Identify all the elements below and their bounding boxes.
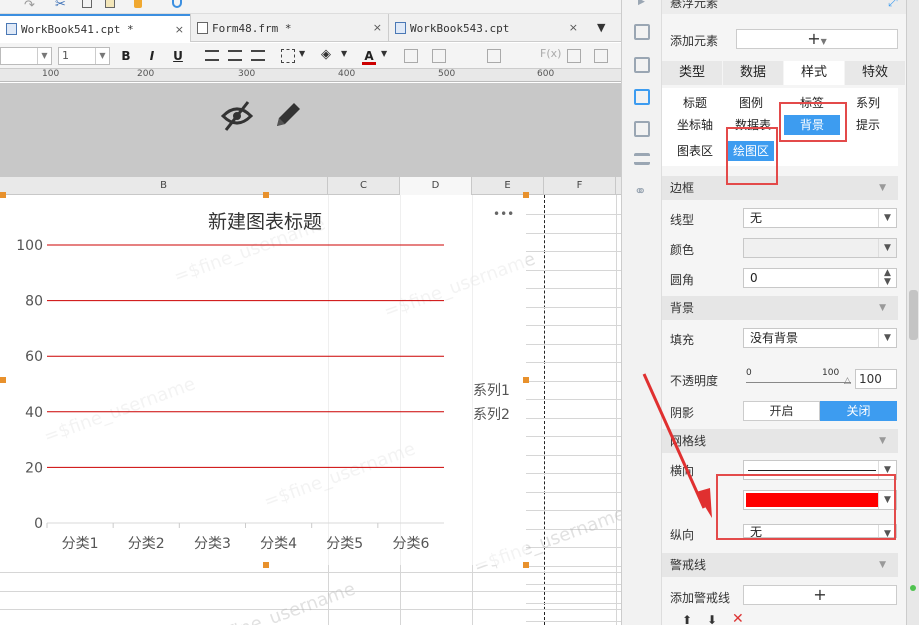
opacity-min: 0 <box>746 368 752 378</box>
subtab-series[interactable]: 系列 <box>842 93 894 113</box>
cell-attribute-icon[interactable] <box>634 57 650 73</box>
x-tick-label: 分类4 <box>260 536 297 552</box>
fill-select[interactable]: 没有背景 ▼ <box>743 328 897 348</box>
float-element-icon[interactable] <box>634 89 650 105</box>
border-color-select[interactable]: ▼ <box>743 238 897 258</box>
opacity-slider[interactable] <box>746 382 851 383</box>
component-strip: ▶ ⚭ <box>621 0 662 625</box>
y-tick-label: 40 <box>25 405 43 421</box>
add-element-button[interactable]: +▼ <box>736 29 898 49</box>
fill-label: 填充 <box>670 333 695 347</box>
widget-icon[interactable] <box>634 121 650 137</box>
annotation-arrow <box>642 373 712 518</box>
chart-widget[interactable]: 新建图表标题 100 80 60 40 20 0 分类1 分类2 分类3 分类4 分类5 分类6 系列1 系… <box>3 195 526 565</box>
y-tick-label: 100 <box>16 238 43 254</box>
panel-title: 悬浮元素 <box>670 0 719 10</box>
y-tick-label: 60 <box>25 349 43 365</box>
x-tick-label: 分类5 <box>326 536 363 552</box>
legend-item: 系列1 <box>473 383 510 399</box>
tab-effect[interactable]: 特效 <box>845 61 905 85</box>
subtab-legend[interactable]: 图例 <box>728 93 774 113</box>
highlight-plot-area-tab <box>726 127 778 185</box>
layout-icon[interactable] <box>634 24 650 40</box>
panel-scrollbar[interactable] <box>906 0 919 625</box>
opacity-max: 100 <box>822 368 840 378</box>
play-icon[interactable]: ▶ <box>638 0 645 7</box>
opacity-slider-thumb[interactable]: △ <box>844 376 851 386</box>
shadow-on-button[interactable]: 开启 <box>743 401 820 421</box>
line-type-label: 线型 <box>670 213 695 227</box>
condition-icon[interactable] <box>634 153 650 165</box>
line-type-select[interactable]: 无 ▼ <box>743 208 897 228</box>
line-chart: 新建图表标题 100 80 60 40 20 0 分类1 分类2 分类3 分类4 分类5 分类6 系列1 系… <box>16 211 510 552</box>
link-icon[interactable]: ⚭ <box>634 182 647 200</box>
scrollbar-thumb[interactable] <box>909 290 918 340</box>
x-tick-label: 分类1 <box>62 536 99 552</box>
tab-type[interactable]: 类型 <box>662 61 722 85</box>
subtab-title[interactable]: 标题 <box>672 93 718 113</box>
section-border[interactable]: 边框 ▼ <box>662 176 898 200</box>
y-tick-label: 20 <box>25 460 43 476</box>
chart-more-icon[interactable]: ••• <box>493 207 514 221</box>
expand-icon[interactable]: ⤢ <box>888 0 898 10</box>
status-dot <box>910 585 916 591</box>
add-warning-button[interactable]: + <box>743 585 897 605</box>
chart-title: 新建图表标题 <box>208 211 322 233</box>
radius-stepper[interactable]: 0 ▲ ▼ <box>743 268 897 288</box>
section-background[interactable]: 背景 ▼ <box>662 296 898 320</box>
subtab-chart-area[interactable]: 图表区 <box>670 141 720 161</box>
subtab-tooltip[interactable]: 提示 <box>842 115 894 135</box>
tab-data[interactable]: 数据 <box>723 61 783 85</box>
subtab-axis[interactable]: 坐标轴 <box>670 115 720 135</box>
x-tick-label: 分类6 <box>392 536 429 552</box>
tab-style[interactable]: 样式 <box>784 61 844 85</box>
section-warning-line[interactable]: 警戒线 ▼ <box>662 553 898 577</box>
vertical-grid-label: 纵向 <box>670 528 695 542</box>
highlight-gridline-color <box>716 474 896 540</box>
y-tick-label: 0 <box>34 516 43 532</box>
x-tick-label: 分类2 <box>128 536 165 552</box>
color-label: 颜色 <box>670 243 695 257</box>
opacity-input[interactable]: 100 <box>855 369 897 389</box>
shadow-off-button[interactable]: 关闭 <box>820 401 897 421</box>
add-warning-label: 添加警戒线 <box>670 591 731 605</box>
add-element-label: 添加元素 <box>670 34 719 48</box>
report-editor: ↷ ✂ WorkBook541.cpt * × Form48.frm * × W… <box>0 0 621 625</box>
x-tick-label: 分类3 <box>194 536 231 552</box>
y-tick-label: 80 <box>25 294 43 310</box>
highlight-background-tab <box>779 102 847 142</box>
radius-label: 圆角 <box>670 273 695 287</box>
legend-item: 系列2 <box>473 407 510 423</box>
